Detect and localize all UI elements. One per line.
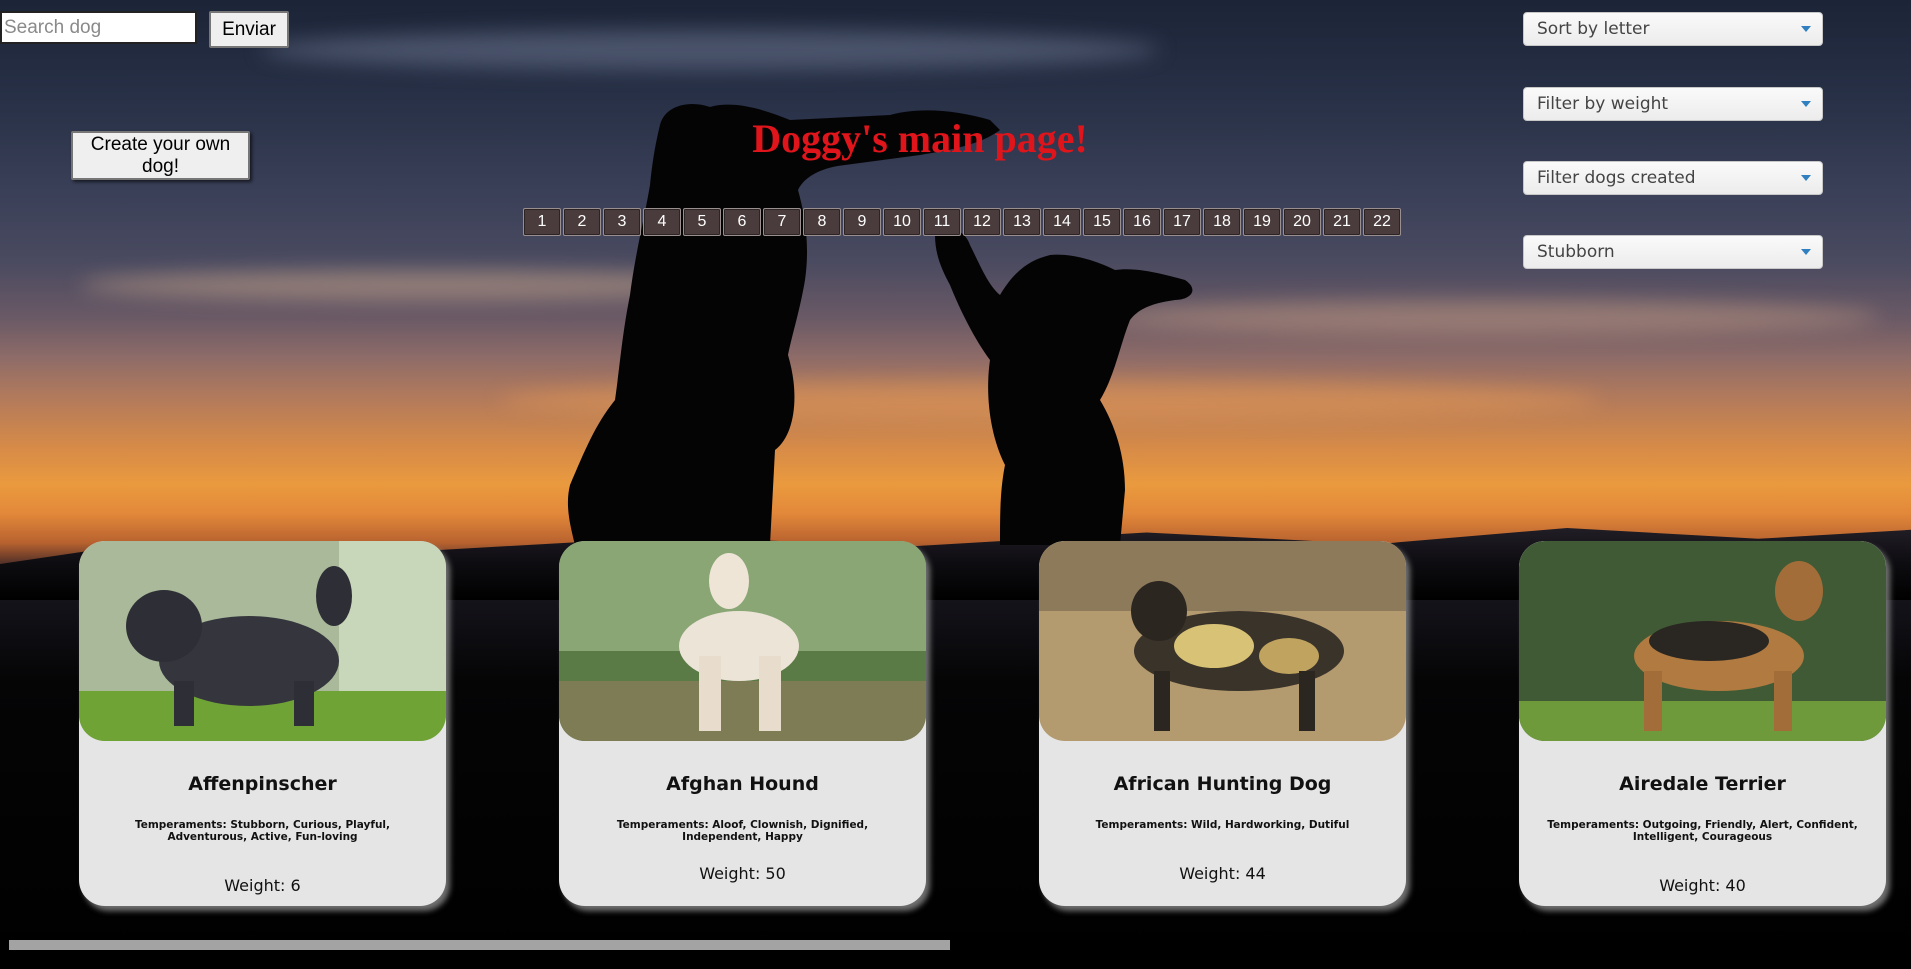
page-button-3[interactable]: 3 [603, 208, 641, 236]
search-input[interactable] [0, 11, 197, 44]
page-title: Doggy's main page! [752, 116, 1088, 161]
dog-name: African Hunting Dog [1113, 773, 1332, 795]
dog-name: Airedale Terrier [1619, 773, 1786, 795]
dog-photo [1039, 541, 1406, 741]
dog-weight: Weight: 50 [699, 864, 786, 883]
select-label: Filter by weight [1537, 94, 1669, 114]
page-button-9[interactable]: 9 [843, 208, 881, 236]
select-label: Stubborn [1537, 242, 1615, 262]
page-button-22[interactable]: 22 [1363, 208, 1401, 236]
filter-by-weight-select[interactable]: Filter by weight [1523, 87, 1823, 121]
dog-name: Affenpinscher [188, 773, 337, 795]
search-submit-button[interactable]: Enviar [209, 11, 289, 48]
dog-photo [79, 541, 446, 741]
dog-weight: Weight: 44 [1179, 864, 1266, 883]
page-button-15[interactable]: 15 [1083, 208, 1121, 236]
dog-photo [559, 541, 926, 741]
sort-by-letter-select[interactable]: Sort by letter [1523, 12, 1823, 46]
page-button-19[interactable]: 19 [1243, 208, 1281, 236]
select-label: Filter dogs created [1537, 168, 1696, 188]
page-button-21[interactable]: 21 [1323, 208, 1361, 236]
page-button-2[interactable]: 2 [563, 208, 601, 236]
page-button-20[interactable]: 20 [1283, 208, 1321, 236]
temperament-filter-select[interactable]: Stubborn [1523, 235, 1823, 269]
create-dog-button[interactable]: Create your own dog! [71, 131, 250, 180]
dog-weight: Weight: 6 [224, 876, 301, 895]
dog-card[interactable]: African Hunting Dog Temperaments: Wild, … [1039, 541, 1406, 906]
page-button-14[interactable]: 14 [1043, 208, 1081, 236]
page-button-6[interactable]: 6 [723, 208, 761, 236]
page-button-11[interactable]: 11 [923, 208, 961, 236]
pagination: 1 2 3 4 5 6 7 8 9 10 11 12 13 14 15 16 17 18 19 20 21 22 [523, 208, 1401, 236]
dog-weight: Weight: 40 [1659, 876, 1746, 895]
page-button-16[interactable]: 16 [1123, 208, 1161, 236]
page-button-17[interactable]: 17 [1163, 208, 1201, 236]
filter-dogs-created-select[interactable]: Filter dogs created [1523, 161, 1823, 195]
chevron-down-icon [1801, 249, 1811, 255]
page-button-12[interactable]: 12 [963, 208, 1001, 236]
dog-name: Afghan Hound [666, 773, 819, 795]
dog-card[interactable]: Afghan Hound Temperaments: Aloof, Clowni… [559, 541, 926, 906]
horizontal-scrollbar[interactable] [9, 940, 950, 950]
chevron-down-icon [1801, 101, 1811, 107]
chevron-down-icon [1801, 26, 1811, 32]
chevron-down-icon [1801, 175, 1811, 181]
dog-card[interactable]: Affenpinscher Temperaments: Stubborn, Cu… [79, 541, 446, 906]
dog-temperaments: Temperaments: Stubborn, Curious, Playful… [134, 819, 391, 843]
dog-photo [1519, 541, 1886, 741]
page-button-7[interactable]: 7 [763, 208, 801, 236]
page-button-1[interactable]: 1 [523, 208, 561, 236]
page-button-5[interactable]: 5 [683, 208, 721, 236]
page-button-18[interactable]: 18 [1203, 208, 1241, 236]
person-and-dog-silhouette [567, 104, 1193, 545]
select-label: Sort by letter [1537, 19, 1650, 39]
page-button-13[interactable]: 13 [1003, 208, 1041, 236]
page-button-10[interactable]: 10 [883, 208, 921, 236]
dog-temperaments: Temperaments: Wild, Hardworking, Dutiful [1095, 819, 1350, 831]
page-button-4[interactable]: 4 [643, 208, 681, 236]
dog-temperaments: Temperaments: Aloof, Clownish, Dignified… [616, 819, 869, 843]
dog-card[interactable]: Airedale Terrier Temperaments: Outgoing,… [1519, 541, 1886, 906]
page-button-8[interactable]: 8 [803, 208, 841, 236]
dog-temperaments: Temperaments: Outgoing, Friendly, Alert,… [1547, 819, 1858, 843]
